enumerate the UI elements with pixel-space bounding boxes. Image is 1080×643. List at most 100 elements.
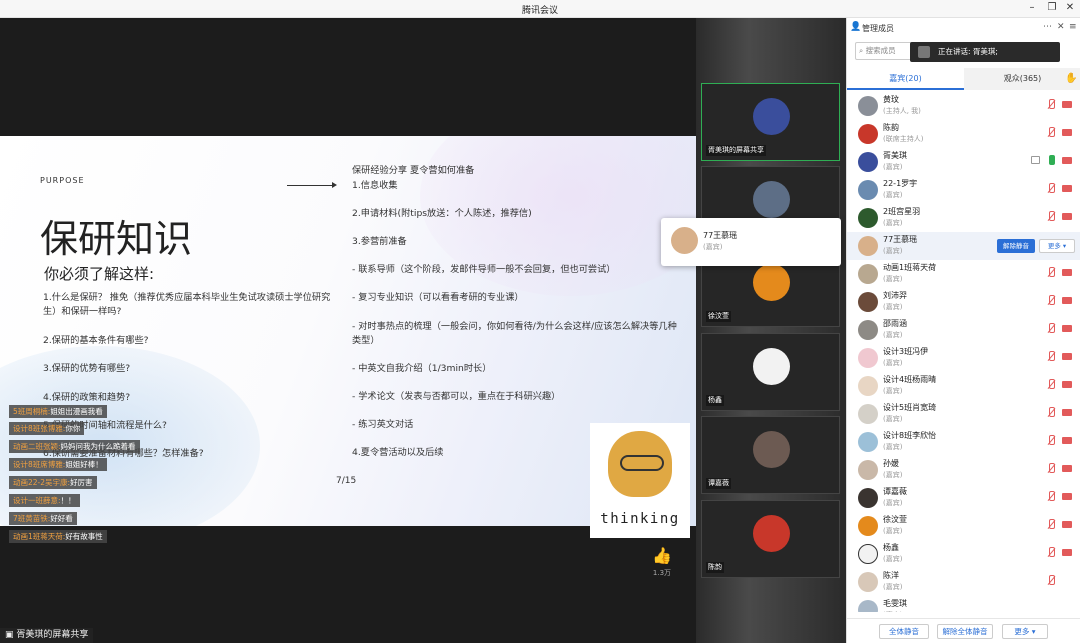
camera-off-icon[interactable] <box>1062 129 1072 136</box>
mute-all-button[interactable]: 全体静音 <box>879 624 929 639</box>
member-row[interactable]: 徐汶萱 (嘉宾) <box>847 512 1080 540</box>
member-row[interactable]: 刘沛羿 (嘉宾) <box>847 288 1080 316</box>
tab-guests[interactable]: 嘉宾(20) <box>847 68 964 90</box>
camera-off-icon[interactable] <box>1062 465 1072 472</box>
avatar <box>858 460 878 480</box>
restore-icon[interactable]: ❐ <box>1045 2 1059 13</box>
member-row[interactable]: 杨鑫 (嘉宾) <box>847 540 1080 568</box>
mic-muted-icon[interactable] <box>1047 295 1055 306</box>
member-name: 孙媛 <box>883 459 899 468</box>
mic-muted-icon[interactable] <box>1047 491 1055 502</box>
slide-purpose-label: PURPOSE <box>40 176 85 185</box>
avatar <box>858 376 878 396</box>
video-thumbnail[interactable]: 陈韵 <box>701 500 840 578</box>
screen-share-label-text: 胥美琪的屏幕共享 <box>16 630 89 640</box>
member-role: (联席主持人) <box>883 135 924 143</box>
slide-page-number: 7/15 <box>336 476 357 486</box>
mic-muted-icon[interactable] <box>1047 575 1055 586</box>
close-icon[interactable]: ✕ <box>1063 2 1077 13</box>
video-thumbnail[interactable]: 杨鑫 <box>701 333 840 411</box>
camera-off-icon[interactable] <box>1062 213 1072 220</box>
danmaku-text: 姐姐好棒！ <box>65 460 103 469</box>
raise-hand-icon[interactable]: ✋ <box>1065 73 1077 84</box>
member-row[interactable]: 孙媛 (嘉宾) <box>847 456 1080 484</box>
member-name: 杨鑫 <box>883 543 899 552</box>
member-role: (嘉宾) <box>883 163 903 171</box>
member-row[interactable]: 设计3班冯伊 (嘉宾) <box>847 344 1080 372</box>
member-hover-card: 77王慕瑶 (嘉宾) <box>661 218 841 266</box>
mic-muted-icon[interactable] <box>1047 519 1055 530</box>
avatar <box>753 181 790 218</box>
menu-icon[interactable]: ≡ <box>1069 22 1077 32</box>
thumbnail-label: 徐汶萱 <box>706 311 731 322</box>
unmute-all-button[interactable]: 解除全体静音 <box>937 624 993 639</box>
camera-off-icon[interactable] <box>1062 269 1072 276</box>
close-icon[interactable]: ✕ <box>1057 22 1065 32</box>
member-row[interactable]: 谭嘉薇 (嘉宾) <box>847 484 1080 512</box>
camera-off-icon[interactable] <box>1062 185 1072 192</box>
more-dots-icon[interactable]: ⋯ <box>1043 22 1052 32</box>
member-row[interactable]: 陈韵 (联席主持人) <box>847 120 1080 148</box>
member-more-button[interactable]: 更多 ▾ <box>1039 239 1075 253</box>
minimize-icon[interactable]: – <box>1025 2 1039 13</box>
video-thumbnail[interactable]: 胥美琪的屏幕共享 <box>701 83 840 161</box>
hover-card-name: 77王慕瑶 <box>703 231 738 240</box>
mic-muted-icon[interactable] <box>1047 99 1055 110</box>
members-icon: 👤 <box>850 22 862 32</box>
unmute-button[interactable]: 解除静音 <box>997 239 1035 253</box>
member-row[interactable]: 动画1班蒋天荷 (嘉宾) <box>847 260 1080 288</box>
camera-off-icon[interactable] <box>1062 493 1072 500</box>
mic-muted-icon[interactable] <box>1047 211 1055 222</box>
member-row[interactable]: 黄玟 (主持人, 我) <box>847 92 1080 120</box>
danmaku-comment: 设计8班席博雅:姐姐好棒！ <box>9 458 107 471</box>
mic-muted-icon[interactable] <box>1047 351 1055 362</box>
like-button[interactable]: 👍 1.3万 <box>648 546 676 578</box>
video-thumbnail[interactable]: 谭嘉薇 <box>701 416 840 494</box>
member-row[interactable]: 设计5班肖宽琦 (嘉宾) <box>847 400 1080 428</box>
member-role: (嘉宾) <box>883 359 903 367</box>
camera-off-icon[interactable] <box>1062 325 1072 332</box>
footer-more-button[interactable]: 更多 ▾ <box>1002 624 1048 639</box>
member-row[interactable]: 22-1罗宇 (嘉宾) <box>847 176 1080 204</box>
tab-audience[interactable]: 观众(365) <box>964 68 1080 90</box>
member-row[interactable]: 邵雨涵 (嘉宾) <box>847 316 1080 344</box>
camera-off-icon[interactable] <box>1062 297 1072 304</box>
mic-muted-icon[interactable] <box>1047 323 1055 334</box>
camera-off-icon[interactable] <box>1062 381 1072 388</box>
danmaku-text: 你你 <box>65 424 81 433</box>
mic-muted-icon[interactable] <box>1047 127 1055 138</box>
danmaku-comment: 设计8班张博雅:你你 <box>9 422 85 435</box>
camera-off-icon[interactable] <box>1062 549 1072 556</box>
mic-muted-icon[interactable] <box>1047 379 1055 390</box>
slide-item: 2.申请材料(附tips放送：个人陈述，推荐信) <box>352 208 532 219</box>
mic-muted-icon[interactable] <box>1047 183 1055 194</box>
member-row[interactable]: 设计8班李欣怡 (嘉宾) <box>847 428 1080 456</box>
member-name: 刘沛羿 <box>883 291 907 300</box>
member-row[interactable]: 毛雯琪 (嘉宾) <box>847 596 1080 612</box>
member-row[interactable]: 2班宫星羽 (嘉宾) <box>847 204 1080 232</box>
member-row[interactable]: 设计4班杨雨晴 (嘉宾) <box>847 372 1080 400</box>
mic-muted-icon[interactable] <box>1047 547 1055 558</box>
camera-off-icon[interactable] <box>1062 409 1072 416</box>
avatar <box>858 600 878 612</box>
member-row[interactable]: 77王慕瑶 (嘉宾) 解除静音 更多 ▾ <box>847 232 1080 260</box>
member-row[interactable]: 胥美琪 (嘉宾) <box>847 148 1080 176</box>
member-row[interactable]: 陈洋 (嘉宾) <box>847 568 1080 596</box>
mic-muted-icon[interactable] <box>1047 463 1055 474</box>
mic-muted-icon[interactable] <box>1047 267 1055 278</box>
mic-on-icon[interactable] <box>1047 155 1055 166</box>
avatar <box>858 348 878 368</box>
camera-off-icon[interactable] <box>1062 353 1072 360</box>
like-count: 1.3万 <box>652 569 672 577</box>
danmaku-user: 设计8班席博雅: <box>13 460 66 469</box>
camera-off-icon[interactable] <box>1062 101 1072 108</box>
mic-muted-icon[interactable] <box>1047 435 1055 446</box>
screen-share-view[interactable]: PURPOSE 保研知识 你必须了解这样: 1.什么是保研？ 推免（推荐优秀应届… <box>0 18 696 643</box>
panel-title: 管理成员 <box>862 24 894 33</box>
camera-off-icon[interactable] <box>1062 521 1072 528</box>
danmaku-user: 7班黄苗铁: <box>13 514 51 523</box>
member-name: 设计3班冯伊 <box>883 347 929 356</box>
camera-off-icon[interactable] <box>1062 437 1072 444</box>
mic-muted-icon[interactable] <box>1047 407 1055 418</box>
camera-off-icon[interactable] <box>1062 157 1072 164</box>
